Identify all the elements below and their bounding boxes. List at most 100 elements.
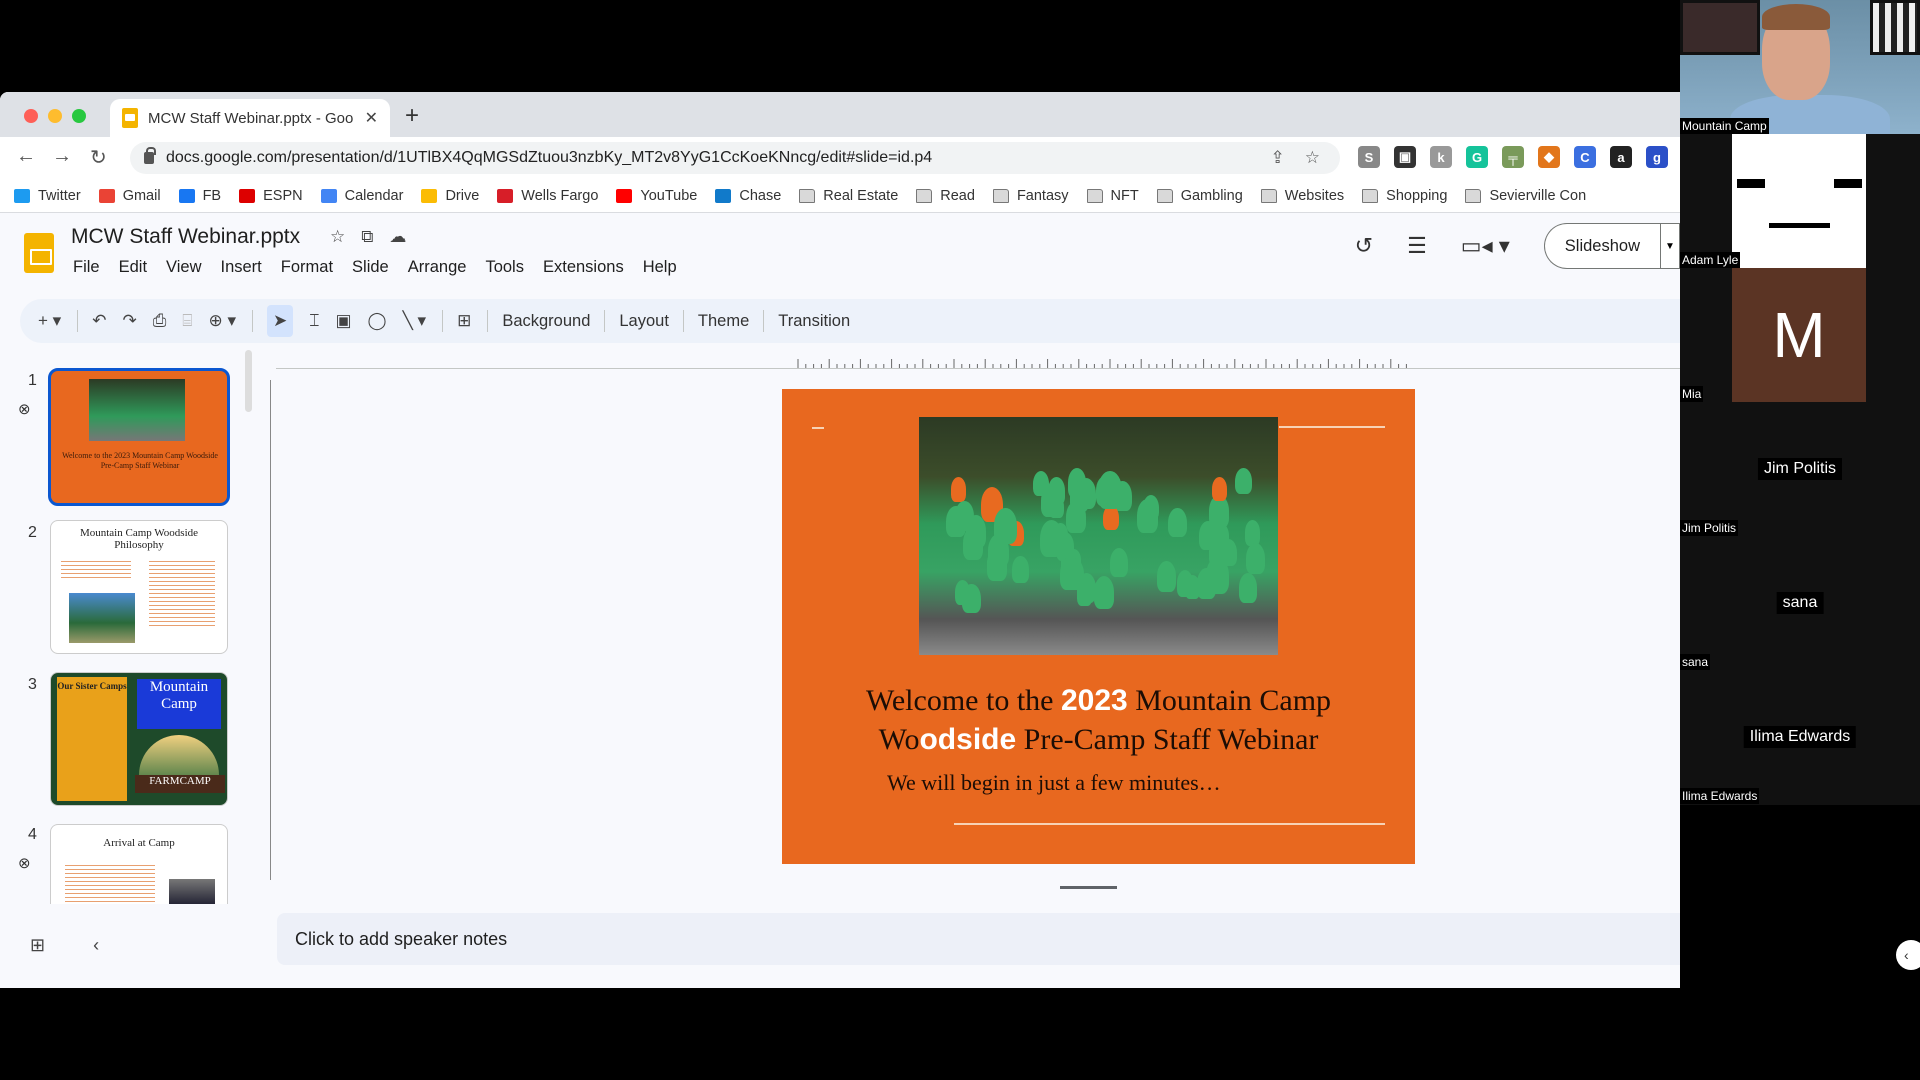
bookmark-youtube[interactable]: YouTube [616,188,697,204]
document-title[interactable]: MCW Staff Webinar.pptx [71,225,300,249]
new-slide-icon[interactable]: + ▾ [38,311,61,331]
bookmark-twitter[interactable]: Twitter [14,188,81,204]
menu-tools[interactable]: Tools [485,258,524,277]
star-icon[interactable]: ☆ [330,227,345,247]
menu-arrange[interactable]: Arrange [408,258,467,277]
insert-image-icon[interactable]: ▣ [335,311,351,331]
gun-extension-icon[interactable]: ╤ [1502,146,1524,168]
slide-subtitle[interactable]: We will begin in just a few minutes… [887,770,1221,796]
back-arrow-icon[interactable]: ← [16,145,36,168]
undo-icon[interactable]: ↶ [92,311,106,331]
paint-format-icon[interactable]: ⌸ [182,311,192,331]
meet-camera-icon[interactable]: ▭◂ ▾ [1461,233,1510,259]
folder-icon [1260,188,1277,203]
grid-view-icon[interactable]: ⊞ [30,935,45,956]
bookmark-espn[interactable]: ESPN [239,188,303,204]
layout-button[interactable]: Layout [619,312,669,331]
close-window-button[interactable] [24,109,38,123]
menu-help[interactable]: Help [643,258,677,277]
browser-tab-active[interactable]: MCW Staff Webinar.pptx - Goo ✕ [110,99,390,137]
cloud-saved-icon[interactable]: ☁ [389,227,406,247]
move-to-folder-icon[interactable]: ⧉ [361,227,373,247]
bookmark-wells-fargo[interactable]: Wells Fargo [497,188,598,204]
bookmark-chase[interactable]: Chase [715,188,781,204]
bookmark-nft[interactable]: NFT [1086,188,1139,204]
text-box-icon[interactable]: ⌶ [309,311,319,331]
bookmark-star-icon[interactable]: ☆ [1305,148,1320,168]
menu-file[interactable]: File [73,258,100,277]
line-icon[interactable]: ╲ ▾ [403,311,427,331]
shape-icon[interactable]: ◯ [368,311,387,331]
print-icon[interactable]: ⎙ [153,311,167,331]
bookmark-fb[interactable]: FB [178,188,221,204]
slide-canvas[interactable]: Welcome to the 2023 Mountain Camp Woodsi… [782,389,1415,864]
bookmark-gambling[interactable]: Gambling [1156,188,1243,204]
metamask-icon[interactable]: ◆ [1538,146,1560,168]
slideshow-button[interactable]: Slideshow [1543,223,1660,269]
scraper-extension-icon[interactable]: k [1430,146,1452,168]
participant-tile[interactable]: sana sana [1680,536,1920,670]
collapse-panel-icon[interactable]: ‹ [93,935,99,956]
side-panel-toggle-icon[interactable]: ‹ [1896,940,1920,970]
slide-thumbnail-2[interactable]: Mountain Camp Woodside Philosophy [50,520,228,654]
version-history-icon[interactable]: ↺ [1355,233,1373,259]
slide-thumbnail-4[interactable]: Arrival at Camp [50,824,228,904]
share-icon[interactable]: ⇪ [1271,148,1285,168]
maximize-window-button[interactable] [72,109,86,123]
menu-slide[interactable]: Slide [352,258,389,277]
group-photo[interactable] [919,417,1278,655]
canvas-scroll-indicator[interactable] [1060,886,1117,889]
amazon-icon[interactable]: a [1610,146,1632,168]
bookmark-label: ESPN [263,187,303,204]
bookmark-label: Real Estate [823,187,899,204]
slide-thumbnail-1[interactable]: Welcome to the 2023 Mountain Camp Woodsi… [48,368,230,506]
g-extension-icon[interactable]: g [1646,146,1668,168]
bookmark-fantasy[interactable]: Fantasy [992,188,1069,204]
theme-button[interactable]: Theme [698,312,749,331]
bookmark-websites[interactable]: Websites [1260,188,1344,204]
slideshow-dropdown-icon[interactable]: ▼ [1660,223,1680,269]
grammarly-icon[interactable]: G [1466,146,1488,168]
zoom-icon[interactable]: ⊕ ▾ [209,311,237,331]
c-extension-icon[interactable]: C [1574,146,1596,168]
redo-icon[interactable]: ↷ [122,311,136,331]
speaker-notes[interactable]: Click to add speaker notes [277,913,1680,965]
filmstrip-scrollbar[interactable] [245,350,252,412]
bookmark-read[interactable]: Read [916,188,975,204]
participant-tile[interactable]: Ilima Edwards Ilima Edwards [1680,670,1920,804]
bookmark-real-estate[interactable]: Real Estate [799,188,898,204]
menu-extensions[interactable]: Extensions [543,258,624,277]
wells-fargo-icon [497,188,514,203]
bookmark-calendar[interactable]: Calendar [320,188,403,204]
participant-tile[interactable]: Adam Lyle [1680,134,1920,268]
slide-title[interactable]: Welcome to the 2023 Mountain Camp Woodsi… [782,681,1415,759]
reload-icon[interactable]: ↻ [90,145,107,170]
tab-close-icon[interactable]: ✕ [365,108,378,128]
comments-icon[interactable]: ☰ [1407,233,1427,259]
slides-logo-icon[interactable] [24,233,54,273]
add-comment-icon[interactable]: ⊞ [457,311,471,331]
address-bar[interactable]: docs.google.com/presentation/d/1UTlBX4Qq… [130,142,1340,174]
bookmark-gmail[interactable]: Gmail [98,188,161,204]
bookmark-sevierville-con[interactable]: Sevierville Con [1465,188,1586,204]
background-button[interactable]: Background [502,312,590,331]
toolbar-divider [604,310,606,332]
bookmark-shopping[interactable]: Shopping [1362,188,1447,204]
menu-edit[interactable]: Edit [119,258,147,277]
participant-tile[interactable]: Mountain Camp [1680,0,1920,134]
s-extension-icon[interactable]: S [1358,146,1380,168]
new-tab-button[interactable]: + [405,102,419,130]
menu-format[interactable]: Format [281,258,333,277]
bookmark-drive[interactable]: Drive [421,188,479,204]
slide-thumbnail-3[interactable]: Our Sister Camps Mountain Camp FARMCAMP [50,672,228,806]
participant-tile[interactable]: M Mia [1680,268,1920,402]
wallet-extension-icon[interactable]: ▣ [1394,146,1416,168]
menu-insert[interactable]: Insert [221,258,262,277]
select-cursor-icon[interactable]: ➤ [267,305,294,337]
menu-view[interactable]: View [166,258,201,277]
participant-name: Adam Lyle [1680,252,1741,268]
transition-button[interactable]: Transition [778,312,850,331]
minimize-window-button[interactable] [48,109,62,123]
participant-tile[interactable]: Jim Politis Jim Politis [1680,402,1920,536]
forward-arrow-icon[interactable]: → [52,145,72,168]
